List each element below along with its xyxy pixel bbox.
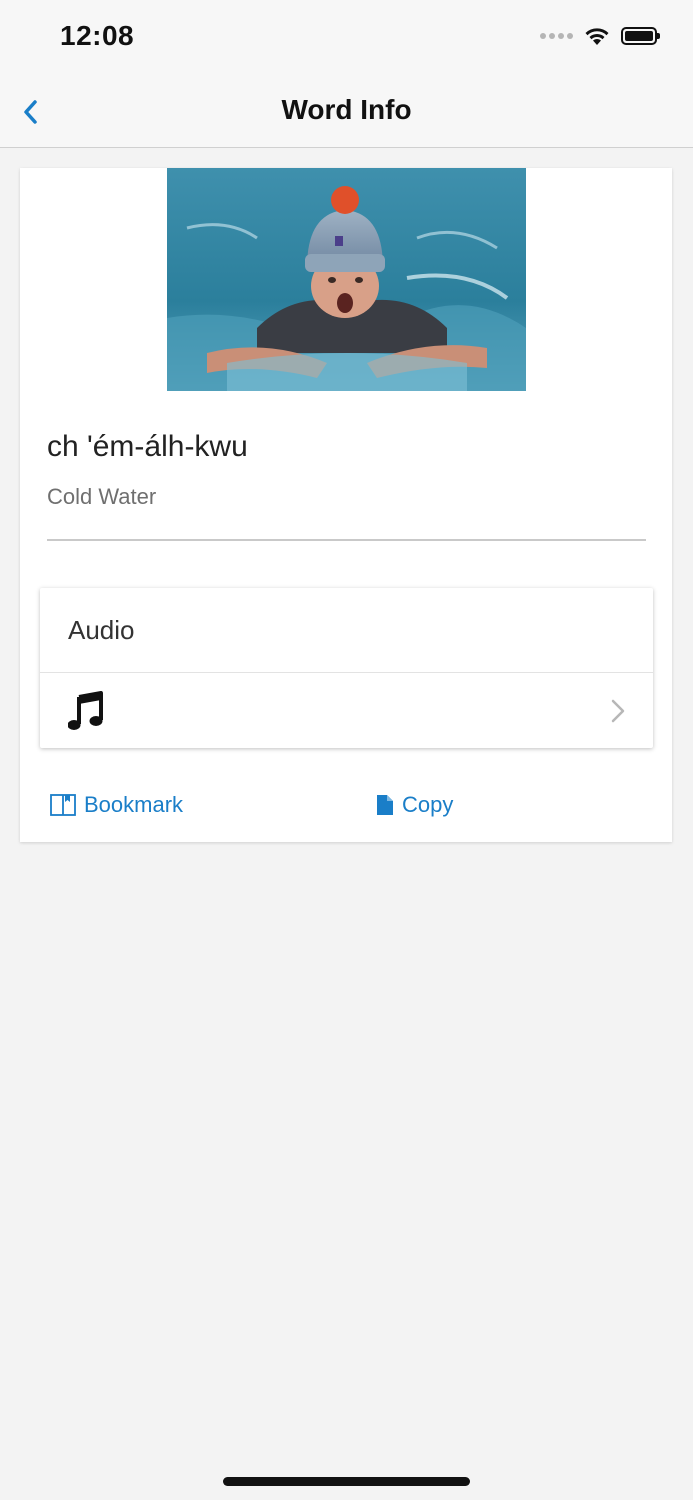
audio-section: Audio [40,588,653,748]
action-bar: Bookmark Copy [50,788,650,828]
navigation-bar: Word Info [0,76,693,148]
word-text: ch 'ém-álh-kwu [47,430,248,463]
bookmark-button[interactable]: Bookmark [50,792,183,818]
copy-button[interactable]: Copy [376,792,453,818]
audio-play-row[interactable] [40,673,653,748]
word-info-card: ch 'ém-álh-kwu Cold Water Audio Bookmark… [20,168,672,842]
word-image [167,168,526,391]
audio-header: Audio [40,588,653,673]
word-translation: Cold Water [47,484,157,509]
book-icon [50,794,76,816]
divider [47,539,646,541]
wifi-icon [585,28,609,45]
music-note-icon [68,690,103,730]
bookmark-label: Bookmark [84,792,184,817]
home-indicator[interactable] [223,1477,470,1486]
battery-icon [621,27,660,45]
copy-document-icon [377,795,393,815]
status-indicators [540,26,660,46]
cellular-signal-icon [540,33,573,39]
status-bar: 12:08 [0,0,693,76]
chevron-right-icon [611,699,625,722]
page-title: Word Info [281,94,412,125]
status-time: 12:08 [60,20,135,51]
copy-label: Copy [402,792,454,817]
